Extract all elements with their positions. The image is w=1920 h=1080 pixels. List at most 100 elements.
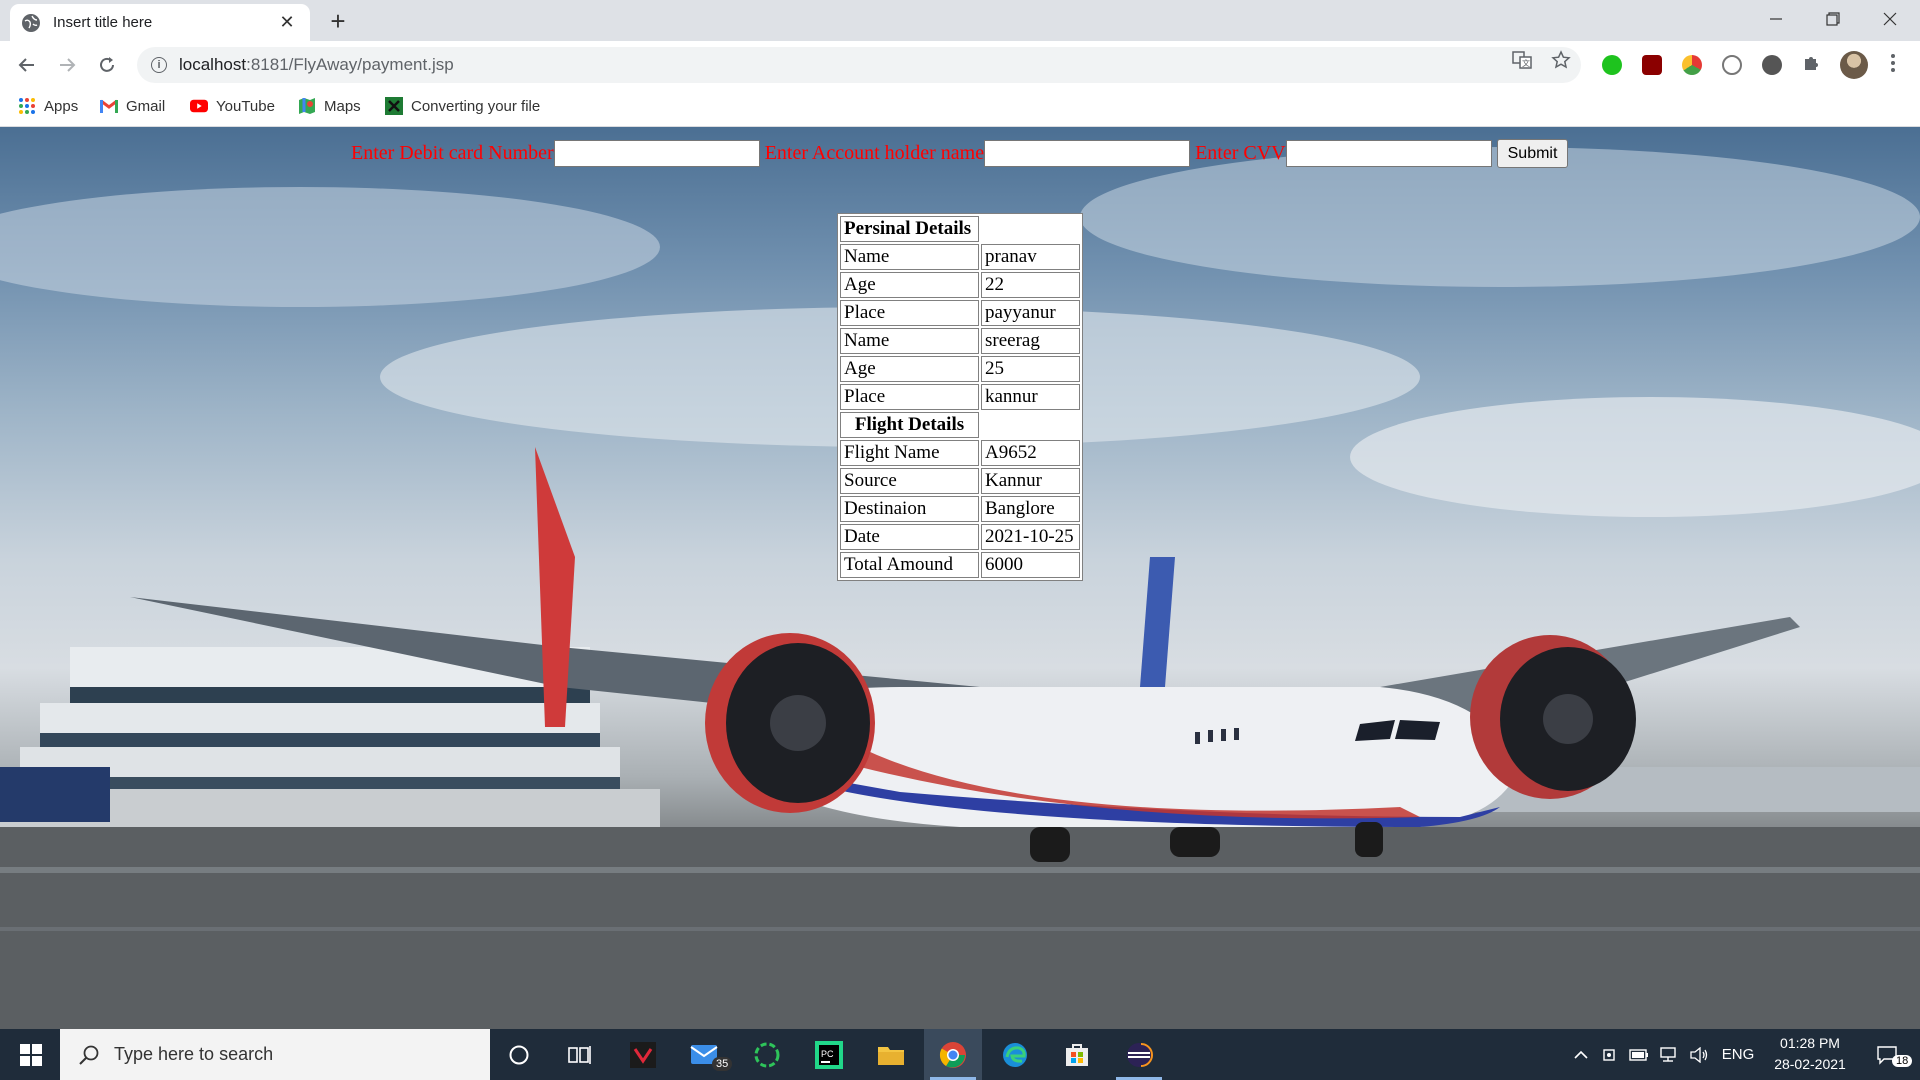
extension-cloud-icon[interactable] (1722, 55, 1742, 75)
cvv-input[interactable] (1285, 140, 1492, 167)
new-tab-button[interactable]: + (324, 6, 352, 37)
account-holder-input[interactable] (984, 140, 1191, 167)
youtube-icon (190, 97, 208, 115)
notification-center-icon[interactable]: 18 (1862, 1029, 1913, 1080)
bookmark-maps[interactable]: Maps (298, 97, 361, 115)
bookmark-label: Gmail (126, 97, 166, 115)
gmail-icon (100, 97, 118, 115)
forward-button[interactable] (52, 50, 82, 80)
table-row: Place kannur (840, 384, 1080, 410)
personal-details-header: Persinal Details (840, 216, 979, 242)
clock-time: 01:28 PM (1780, 1035, 1840, 1051)
table-row: Age 22 (840, 272, 1080, 298)
field-label: Source (840, 468, 979, 494)
field-value: pranav (981, 244, 1080, 270)
url-path: :8181/FlyAway/payment.jsp (246, 55, 454, 74)
back-arrow-icon (18, 58, 34, 72)
mail-icon[interactable]: 35 (676, 1029, 734, 1080)
booking-details-table: Persinal Details Name pranav Age 22 Plac… (837, 213, 1083, 581)
store-icon[interactable] (1048, 1029, 1106, 1080)
submit-button[interactable]: Submit (1496, 139, 1569, 168)
close-window-button[interactable] (1862, 0, 1918, 38)
field-value: 22 (981, 272, 1080, 298)
extensions-puzzle-icon[interactable] (1801, 53, 1821, 73)
windows-logo-icon (20, 1043, 42, 1066)
svg-text:PC: PC (821, 1049, 834, 1059)
payment-form: Enter Debit card Number Enter Account ho… (351, 139, 1569, 168)
ublock-icon[interactable] (1642, 55, 1662, 75)
field-label: Name (840, 244, 979, 270)
field-label: Name (840, 328, 979, 354)
bookmark-converting[interactable]: Converting your file (385, 97, 540, 115)
edge-icon[interactable] (986, 1029, 1044, 1080)
extension-colorful-icon[interactable] (1682, 55, 1702, 75)
profile-avatar[interactable] (1840, 51, 1868, 79)
globe-icon (22, 13, 40, 32)
tab-close-icon[interactable]: ✕ (276, 12, 298, 33)
eclipse-icon[interactable] (1110, 1029, 1168, 1080)
chrome-taskbar-icon[interactable] (924, 1029, 982, 1080)
table-row: Flight Name A9652 (840, 440, 1080, 466)
field-label: Date (840, 524, 979, 550)
show-hidden-icons-chevron-icon[interactable] (1568, 1029, 1594, 1080)
address-bar[interactable]: i localhost:8181/FlyAway/payment.jsp (137, 47, 1581, 83)
field-label: Place (840, 300, 979, 326)
bookmark-label: YouTube (216, 97, 275, 115)
forward-arrow-icon (60, 58, 76, 72)
bookmark-apps[interactable]: Apps (18, 97, 78, 115)
field-value: kannur (981, 384, 1080, 410)
extension-green-icon[interactable] (1602, 55, 1622, 75)
field-value: 2021-10-25 (981, 524, 1080, 550)
url-host: localhost (179, 55, 247, 74)
minimize-button[interactable] (1748, 0, 1804, 38)
language-indicator[interactable]: ENG (1716, 1029, 1760, 1080)
table-row: Name pranav (840, 244, 1080, 270)
bookmark-label: Maps (324, 97, 361, 115)
field-value: Banglore (981, 496, 1080, 522)
table-row: Persinal Details (840, 216, 1080, 242)
flight-details-header: Flight Details (840, 412, 979, 438)
table-row: Flight Details (840, 412, 1080, 438)
bookmark-label: Converting your file (411, 97, 541, 115)
site-info-icon[interactable]: i (151, 57, 167, 73)
battery-icon[interactable] (1626, 1029, 1652, 1080)
meet-now-icon[interactable] (1598, 1029, 1622, 1080)
apps-grid-icon (18, 97, 36, 115)
reload-button[interactable] (92, 50, 122, 80)
taskbar-clock[interactable]: 01:28 PM 28-02-2021 (1760, 1033, 1860, 1075)
field-value: sreerag (981, 328, 1080, 354)
windows-taskbar: Type here to search 35 PC ENG 01:28 PM 2… (0, 1029, 1920, 1080)
browser-toolbar: i localhost:8181/FlyAway/payment.jsp 文 (0, 41, 1920, 88)
start-button[interactable] (2, 1029, 60, 1080)
volume-icon[interactable] (1686, 1029, 1712, 1080)
svg-text:文: 文 (1522, 58, 1530, 68)
extension-circle-icon[interactable] (1762, 55, 1782, 75)
bookmark-gmail[interactable]: Gmail (100, 97, 165, 115)
field-label: Age (840, 356, 979, 382)
browser-tab[interactable]: Insert title here ✕ (10, 4, 310, 41)
table-row: Place payyanur (840, 300, 1080, 326)
network-icon[interactable] (1656, 1029, 1682, 1080)
account-holder-label: Enter Account holder name (764, 142, 985, 164)
restore-button[interactable] (1805, 0, 1861, 38)
cvv-label: Enter CVV (1195, 142, 1286, 164)
back-button[interactable] (12, 50, 42, 80)
bookmark-star-icon[interactable] (1551, 50, 1571, 70)
clock-date: 28-02-2021 (1774, 1056, 1846, 1072)
notification-count-badge: 18 (1892, 1055, 1913, 1067)
field-value: 6000 (981, 552, 1080, 578)
field-label: Destinaion (840, 496, 979, 522)
task-view-icon[interactable] (551, 1029, 609, 1080)
pycharm-icon[interactable]: PC (800, 1029, 858, 1080)
page-content: Enter Debit card Number Enter Account ho… (0, 127, 1920, 1029)
cortana-icon[interactable] (490, 1029, 548, 1080)
green-circle-app-icon[interactable] (738, 1029, 796, 1080)
menu-kebab-icon[interactable] (1883, 53, 1903, 73)
bookmark-youtube[interactable]: YouTube (190, 97, 275, 115)
translate-icon[interactable]: 文 (1512, 50, 1532, 70)
file-explorer-icon[interactable] (862, 1029, 920, 1080)
debit-card-input[interactable] (553, 140, 760, 167)
bookmark-label: Apps (44, 97, 79, 115)
app-v-icon[interactable] (614, 1029, 672, 1080)
taskbar-search-box[interactable]: Type here to search (60, 1029, 490, 1080)
